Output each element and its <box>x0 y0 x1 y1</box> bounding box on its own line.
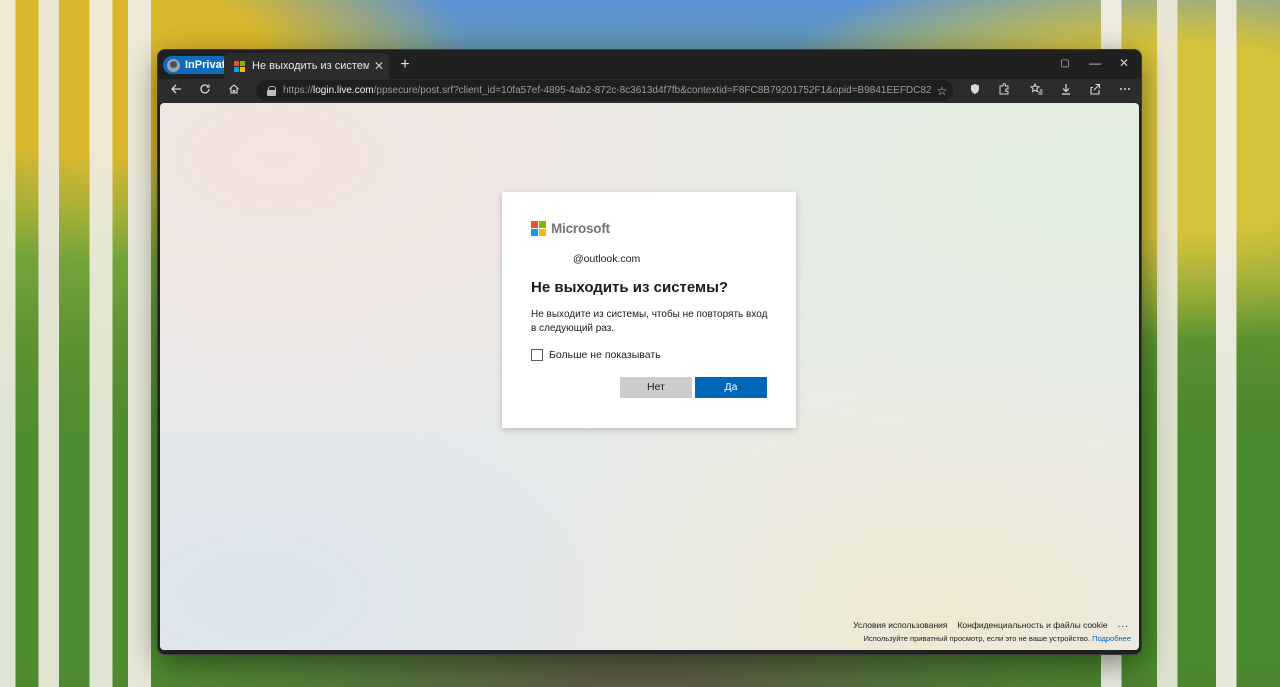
dont-show-again-checkbox[interactable]: Больше не показывать <box>531 349 661 361</box>
browser-window: InPrivate Не выходить из системы? ✕ + — … <box>157 49 1142 655</box>
download-icon[interactable] <box>1054 80 1078 102</box>
private-browsing-note: Используйте приватный просмотр, если это… <box>864 634 1131 643</box>
checkbox-box[interactable] <box>531 349 543 361</box>
address-bar[interactable]: https://login.live.com/ppsecure/post.srf… <box>256 80 953 101</box>
privacy-link[interactable]: Конфиденциальность и файлы cookie <box>957 620 1107 630</box>
microsoft-logo: Microsoft <box>531 221 610 236</box>
minimize-button[interactable]: — <box>1080 50 1110 79</box>
tab-active[interactable]: Не выходить из системы? ✕ <box>224 53 389 79</box>
home-icon[interactable] <box>222 80 246 102</box>
page-content: Microsoft @outlook.com Не выходить из си… <box>160 103 1139 650</box>
private-note-text: Используйте приватный просмотр, если это… <box>863 634 1090 643</box>
yes-button[interactable]: Да <box>695 377 767 398</box>
favorite-star-icon[interactable]: ☆ <box>931 84 953 98</box>
more-options-icon[interactable]: ... <box>1118 619 1129 630</box>
new-tab-button[interactable]: + <box>395 55 415 75</box>
favorites-icon[interactable] <box>1024 80 1048 102</box>
address-url: https://login.live.com/ppsecure/post.srf… <box>283 85 931 96</box>
refresh-icon[interactable] <box>193 80 217 102</box>
account-email: @outlook.com <box>573 253 641 265</box>
microsoft-logo-icon <box>531 221 546 236</box>
microsoft-favicon-icon <box>234 60 245 72</box>
tab-close-icon[interactable]: ✕ <box>369 59 389 73</box>
tab-title: Не выходить из системы? <box>252 60 369 72</box>
browser-toolbar: https://login.live.com/ppsecure/post.srf… <box>158 79 1141 103</box>
checkbox-label: Больше не показывать <box>549 349 661 361</box>
learn-more-link[interactable]: Подробнее <box>1092 634 1131 643</box>
dialog-heading: Не выходить из системы? <box>531 279 729 296</box>
profile-avatar-icon <box>167 58 180 72</box>
lock-icon[interactable] <box>265 85 279 96</box>
terms-link[interactable]: Условия использования <box>853 620 947 630</box>
back-icon[interactable] <box>164 80 188 102</box>
close-window-button[interactable]: ✕ <box>1109 50 1139 79</box>
stay-signed-in-dialog: Microsoft @outlook.com Не выходить из си… <box>502 192 796 428</box>
maximize-button[interactable]: ▢ <box>1050 50 1080 79</box>
tab-bar: InPrivate Не выходить из системы? ✕ + — … <box>158 50 1141 79</box>
footer-links: Условия использования Конфиденциальность… <box>853 619 1129 630</box>
no-button[interactable]: Нет <box>620 377 692 398</box>
share-icon[interactable] <box>1083 80 1107 102</box>
extensions-icon[interactable] <box>992 80 1016 102</box>
dialog-description: Не выходите из системы, чтобы не повторя… <box>531 309 768 334</box>
shield-icon[interactable] <box>963 80 987 102</box>
more-icon[interactable] <box>1113 80 1137 102</box>
microsoft-wordmark: Microsoft <box>551 221 610 236</box>
